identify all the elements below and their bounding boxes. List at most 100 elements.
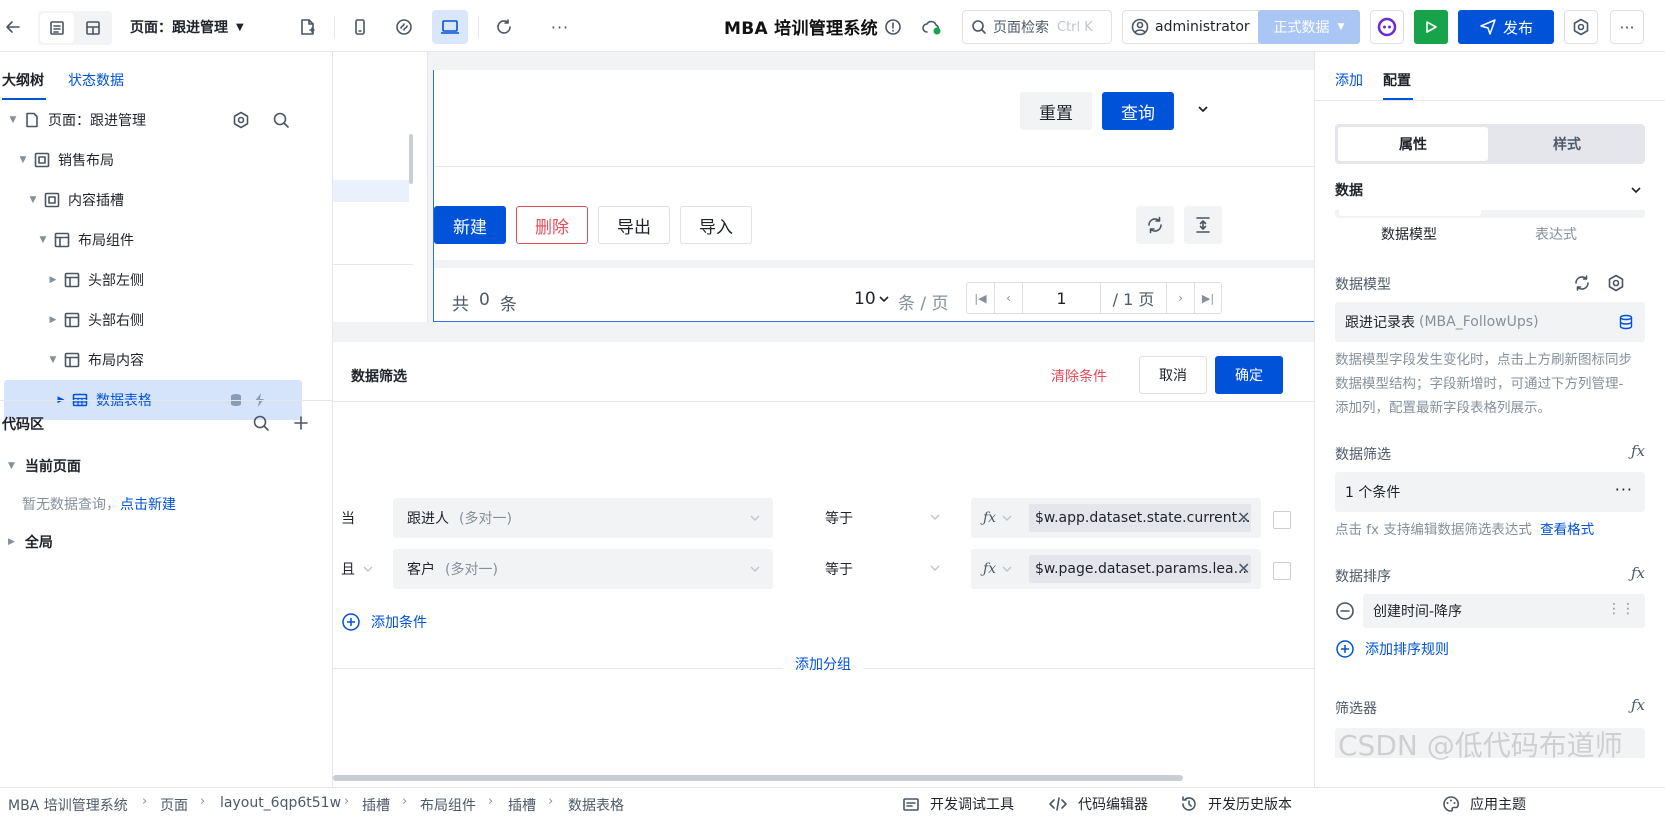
chevron-down-icon[interactable] (929, 511, 941, 523)
close-icon[interactable]: ✕ (1237, 508, 1250, 527)
history-button[interactable]: 开发历史版本 (1180, 794, 1292, 814)
minus-circle-icon[interactable] (1335, 601, 1355, 621)
page-search[interactable]: 页面检索 Ctrl K (962, 10, 1112, 44)
data-filter-select[interactable]: 1 个条件 ··· (1335, 472, 1645, 512)
tab-add[interactable]: 添加 (1335, 70, 1363, 90)
tab-state-data[interactable]: 状态数据 (68, 70, 124, 90)
drag-handle-icon[interactable]: ⋮⋮ (1607, 601, 1635, 617)
export-button[interactable]: 导出 (598, 206, 670, 244)
tab-config[interactable]: 配置 (1383, 70, 1411, 90)
chevron-down-icon[interactable] (1629, 183, 1643, 197)
view-format-link[interactable]: 查看格式 (1540, 522, 1594, 538)
tab-outline[interactable]: 大纲树 (2, 70, 44, 90)
field-select[interactable]: 跟进人 (多对一) (393, 498, 773, 538)
mini-program-icon[interactable] (390, 12, 418, 42)
value-expression[interactable]: ƒx $w.app.dataset.state.current... ✕ (971, 498, 1261, 538)
condition-checkbox[interactable] (1273, 562, 1291, 580)
app-theme-button[interactable]: 应用主题 (1442, 794, 1526, 814)
plus-icon[interactable] (292, 414, 310, 432)
tree-node-sales-layout[interactable]: ▼ 销售布局 (0, 140, 333, 180)
new-button[interactable]: 新建 (434, 206, 506, 244)
last-page-icon[interactable]: ▶| (1195, 283, 1221, 313)
click-new-link[interactable]: 点击新建 (120, 497, 176, 513)
layout-view-icon[interactable] (76, 13, 110, 43)
cancel-button[interactable]: 取消 (1139, 356, 1207, 394)
delete-button[interactable]: 删除 (516, 206, 588, 244)
new-page-icon[interactable] (294, 12, 320, 42)
breadcrumb-item[interactable]: 插槽 (508, 795, 536, 815)
refresh-table-button[interactable] (1136, 206, 1174, 244)
add-group-button[interactable]: 添加分组 (783, 654, 863, 674)
prev-page-icon[interactable]: ‹ (995, 283, 1023, 313)
more-icon[interactable]: ··· (1615, 480, 1633, 499)
run-button[interactable] (1414, 10, 1448, 44)
publish-button[interactable]: 发布 (1458, 10, 1554, 44)
cloud-sync-icon[interactable] (920, 12, 944, 42)
gear-icon[interactable] (1607, 274, 1625, 292)
close-icon[interactable]: ✕ (1237, 559, 1250, 578)
env-selector[interactable]: 正式数据 ▼ (1258, 10, 1360, 44)
first-page-icon[interactable]: |◀ (967, 283, 995, 313)
fx-icon[interactable]: ƒx (1631, 696, 1645, 714)
breadcrumb-item[interactable]: 数据表格 (568, 795, 624, 815)
fx-icon[interactable]: ƒx (1631, 564, 1645, 582)
value-expression[interactable]: ƒx $w.page.dataset.params.lea... ✕ (971, 549, 1261, 589)
page-size-select[interactable]: 10 (854, 289, 890, 309)
seg-properties[interactable]: 属性 (1338, 127, 1488, 161)
reset-button[interactable]: 重置 (1020, 92, 1092, 130)
import-button[interactable]: 导入 (680, 206, 752, 244)
fx-icon[interactable]: ƒx (1631, 442, 1645, 460)
field-select[interactable]: 客户 (多对一) (393, 549, 773, 589)
settings-button[interactable] (1564, 10, 1598, 44)
code-editor-button[interactable]: 代码编辑器 (1048, 794, 1148, 814)
outline-view-icon[interactable] (40, 13, 74, 43)
sub-tab-data-model[interactable]: 数据模型 (1381, 224, 1437, 244)
page-input[interactable]: 1 (1023, 283, 1101, 313)
page-selector[interactable]: 页面：跟进管理 ▼ (130, 12, 260, 42)
data-model-select[interactable]: 跟进记录表 (MBA_FollowUps) (1335, 302, 1645, 342)
query-button[interactable]: 查询 (1102, 92, 1174, 130)
refresh-icon[interactable] (1573, 274, 1591, 292)
tree-node-layout-component[interactable]: ▼ 布局组件 (0, 220, 333, 260)
data-table-component[interactable]: 重置 查询 新建 删除 导出 导入 共 0 条 10 条 / 页 |◀ ‹ 1 … (433, 70, 1314, 322)
tree-node-layout-content[interactable]: ▼ 布局内容 (0, 340, 333, 380)
add-sort-button[interactable]: 添加排序规则 (1335, 639, 1449, 659)
debug-tools-button[interactable]: 开发调试工具 (902, 794, 1014, 814)
operator-select[interactable]: 等于 (825, 559, 853, 579)
sub-tab-expression[interactable]: 表达式 (1535, 224, 1577, 244)
confirm-button[interactable]: 确定 (1215, 356, 1283, 394)
more-menu-icon[interactable]: ··· (1610, 10, 1644, 44)
add-condition-button[interactable]: 添加条件 (341, 612, 427, 632)
breadcrumb-item[interactable]: 页面 (160, 795, 188, 815)
seg-style[interactable]: 样式 (1492, 127, 1642, 161)
global-section[interactable]: ▶ 全局 (8, 532, 53, 552)
breadcrumb-item[interactable]: layout_6qp6t51w (220, 795, 341, 811)
chevron-down-icon[interactable] (1196, 102, 1210, 116)
fx-icon[interactable]: ƒx (983, 510, 996, 526)
refresh-icon[interactable] (490, 12, 518, 42)
desktop-view-icon[interactable] (432, 10, 468, 44)
condition-checkbox[interactable] (1273, 511, 1291, 529)
search-icon[interactable] (272, 111, 290, 129)
sort-rule[interactable]: 创建时间-降序 ⋮⋮ (1363, 594, 1645, 628)
operator-select[interactable]: 等于 (825, 508, 853, 528)
mobile-view-icon[interactable] (346, 12, 374, 42)
ai-assistant-button[interactable] (1370, 10, 1404, 44)
info-icon[interactable] (882, 12, 904, 42)
search-icon[interactable] (252, 414, 270, 432)
more-icon[interactable]: ··· (546, 12, 574, 42)
density-button[interactable] (1184, 206, 1222, 244)
user-menu[interactable]: administrator (1122, 10, 1262, 44)
clear-conditions-link[interactable]: 清除条件 (1051, 366, 1107, 386)
breadcrumb-item[interactable]: MBA 培训管理系统 (8, 795, 128, 815)
tree-node-header-right[interactable]: ▶ 头部右侧 (0, 300, 333, 340)
back-arrow-icon[interactable] (2, 12, 24, 42)
fx-icon[interactable]: ƒx (983, 561, 996, 577)
next-page-icon[interactable]: › (1167, 283, 1195, 313)
gear-icon[interactable] (232, 111, 250, 129)
breadcrumb-item[interactable]: 布局组件 (420, 795, 476, 815)
breadcrumb-item[interactable]: 插槽 (362, 795, 390, 815)
tree-node-page[interactable]: ▼ 页面：跟进管理 (0, 100, 333, 140)
filter-scrollbar[interactable] (333, 775, 1183, 781)
current-page-section[interactable]: ▼ 当前页面 (8, 456, 81, 476)
